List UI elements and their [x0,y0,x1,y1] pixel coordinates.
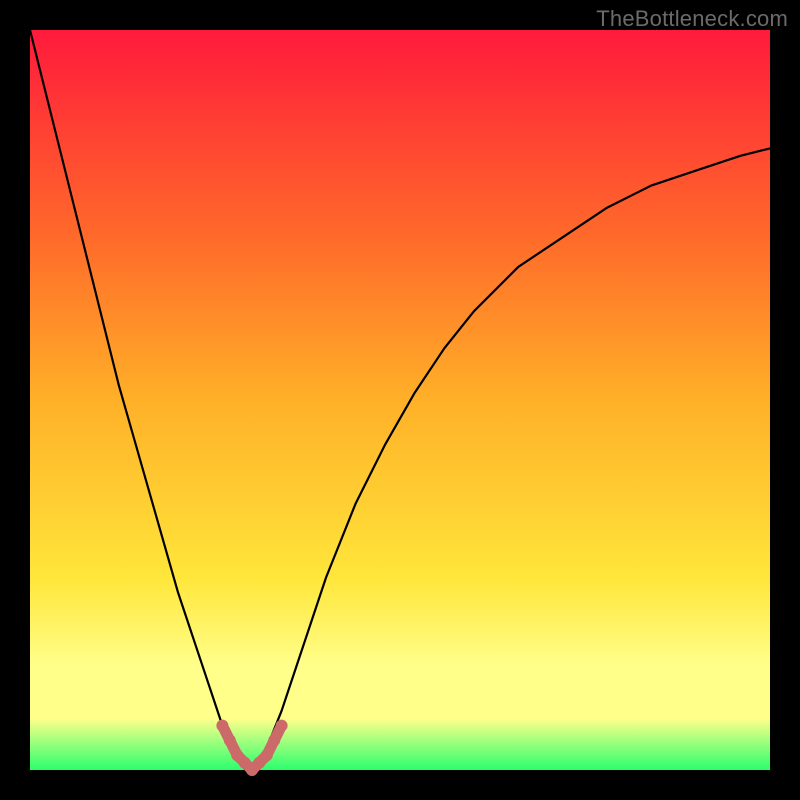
plot-area [30,30,770,770]
valley-markers [216,720,287,776]
valley-marker [216,720,228,732]
valley-marker [276,720,288,732]
valley-marker [224,734,236,746]
valley-marker [261,749,273,761]
valley-connector [222,726,281,770]
chart-frame: TheBottleneck.com [0,0,800,800]
valley-marker [268,734,280,746]
watermark-text: TheBottleneck.com [596,6,788,32]
curve-right-branch [252,148,770,770]
curve-left-branch [30,30,252,770]
chart-svg [30,30,770,770]
